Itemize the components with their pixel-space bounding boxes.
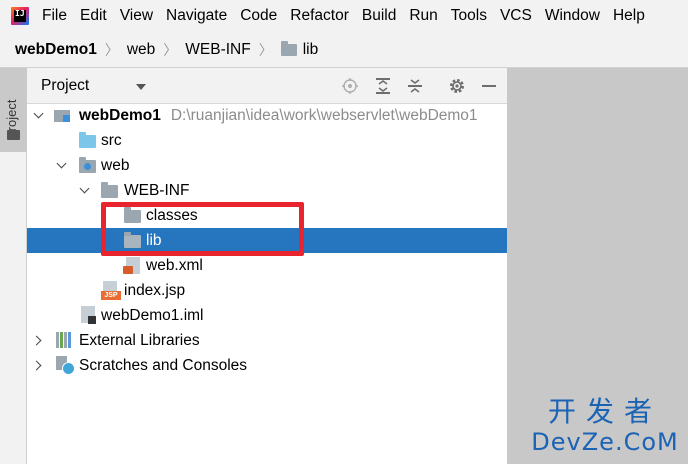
scratches-icon (56, 356, 75, 375)
tree-item-label: webDemo1.iml (101, 306, 204, 324)
tree-item-label: web (101, 156, 130, 174)
menu-refactor[interactable]: Refactor (290, 7, 349, 25)
chevron-down-icon[interactable] (80, 184, 90, 194)
menu-navigate[interactable]: Navigate (166, 7, 227, 25)
breadcrumb-separator-icon: 〉 (258, 41, 273, 58)
tree-item-scratches[interactable]: Scratches and Consoles (27, 353, 507, 378)
tree-item-webdemo1[interactable]: webDemo1 D:\ruanjian\idea\work\webservlet… (27, 103, 507, 128)
settings-icon[interactable] (448, 77, 466, 95)
jsp-badge: JSP (101, 291, 121, 300)
project-view-selector[interactable]: Project (41, 77, 89, 95)
tree-item-label: External Libraries (79, 331, 200, 349)
watermark-en: DevZe.CoM (531, 428, 679, 456)
tree-item-external-libraries[interactable]: External Libraries (27, 328, 507, 353)
tree-item-web[interactable]: web (27, 153, 507, 178)
tree-item-index-jsp[interactable]: JSP index.jsp (27, 278, 507, 303)
chevron-down-icon[interactable] (34, 109, 44, 119)
watermark: 开发者 DevZe.CoM (530, 395, 680, 457)
breadcrumb: webDemo1 〉 web 〉 WEB-INF 〉 lib (0, 32, 688, 68)
folder-icon (101, 182, 118, 198)
module-path: D:\ruanjian\idea\work\webservlet\webDemo… (170, 106, 478, 124)
tree-item-label: web.xml (146, 256, 203, 274)
tree-item-label: lib (146, 231, 162, 249)
menu-view[interactable]: View (120, 7, 153, 25)
breadcrumb-separator-icon: 〉 (104, 41, 119, 58)
folder-icon (124, 232, 141, 248)
tree-item-web-xml[interactable]: web.xml (27, 253, 507, 278)
project-tool-tab[interactable]: Project (0, 68, 27, 152)
menu-run[interactable]: Run (409, 7, 437, 25)
xml-file-icon (123, 257, 140, 274)
chevron-right-icon[interactable] (33, 335, 43, 345)
intellij-logo-icon[interactable]: IJ (11, 7, 29, 25)
folder-icon (124, 207, 141, 223)
web-folder-icon (79, 157, 96, 173)
menu-code[interactable]: Code (240, 7, 277, 25)
folder-icon (280, 40, 297, 56)
tool-window-strip: Project (0, 68, 27, 464)
menu-window[interactable]: Window (545, 7, 600, 25)
project-panel: Project webDemo1 D:\ruanjian\idea\work\we… (27, 68, 507, 464)
tree-item-label: src (101, 131, 122, 149)
menu-edit[interactable]: Edit (80, 7, 107, 25)
menu-vcs[interactable]: VCS (500, 7, 532, 25)
watermark-cn: 开发者 (547, 395, 662, 428)
breadcrumb-web-inf[interactable]: WEB-INF (185, 41, 250, 59)
iml-file-icon (81, 306, 96, 324)
expand-all-icon[interactable] (374, 77, 392, 95)
folder-icon (7, 130, 20, 140)
locate-icon[interactable] (341, 77, 359, 95)
source-folder-icon (79, 132, 96, 148)
menu-file[interactable]: File (42, 7, 67, 25)
menu-help[interactable]: Help (613, 7, 645, 25)
module-name: webDemo1 (79, 106, 161, 124)
chevron-down-icon[interactable] (136, 84, 146, 90)
tree-item-label: index.jsp (124, 281, 186, 299)
tree-item-label: classes (146, 206, 198, 224)
tree-item-src[interactable]: src (27, 128, 507, 153)
tree-item-label: Scratches and Consoles (79, 356, 248, 374)
menu-build[interactable]: Build (362, 7, 396, 25)
breadcrumb-lib[interactable]: lib (303, 41, 319, 59)
tree-item-classes[interactable]: classes (27, 203, 507, 228)
tree-item-label: webDemo1 D:\ruanjian\idea\work\webservlet… (79, 107, 478, 125)
jsp-file-icon: JSP (101, 281, 121, 300)
menu-bar: IJ File Edit View Navigate Code Refactor… (0, 0, 688, 32)
chevron-right-icon[interactable] (33, 360, 43, 370)
tree-item-iml[interactable]: webDemo1.iml (27, 303, 507, 328)
collapse-all-icon[interactable] (406, 77, 424, 95)
hide-icon[interactable] (480, 77, 498, 95)
project-panel-header: Project (27, 68, 507, 104)
libraries-icon (56, 332, 74, 348)
breadcrumb-web[interactable]: web (127, 41, 155, 59)
chevron-down-icon[interactable] (57, 159, 67, 169)
breadcrumb-separator-icon: 〉 (163, 41, 178, 58)
menu-tools[interactable]: Tools (451, 7, 487, 25)
module-icon (54, 106, 72, 122)
breadcrumb-project[interactable]: webDemo1 (15, 41, 97, 59)
tree-item-lib[interactable]: lib (27, 228, 507, 253)
tree-item-label: WEB-INF (124, 181, 190, 199)
tree-item-web-inf[interactable]: WEB-INF (27, 178, 507, 203)
